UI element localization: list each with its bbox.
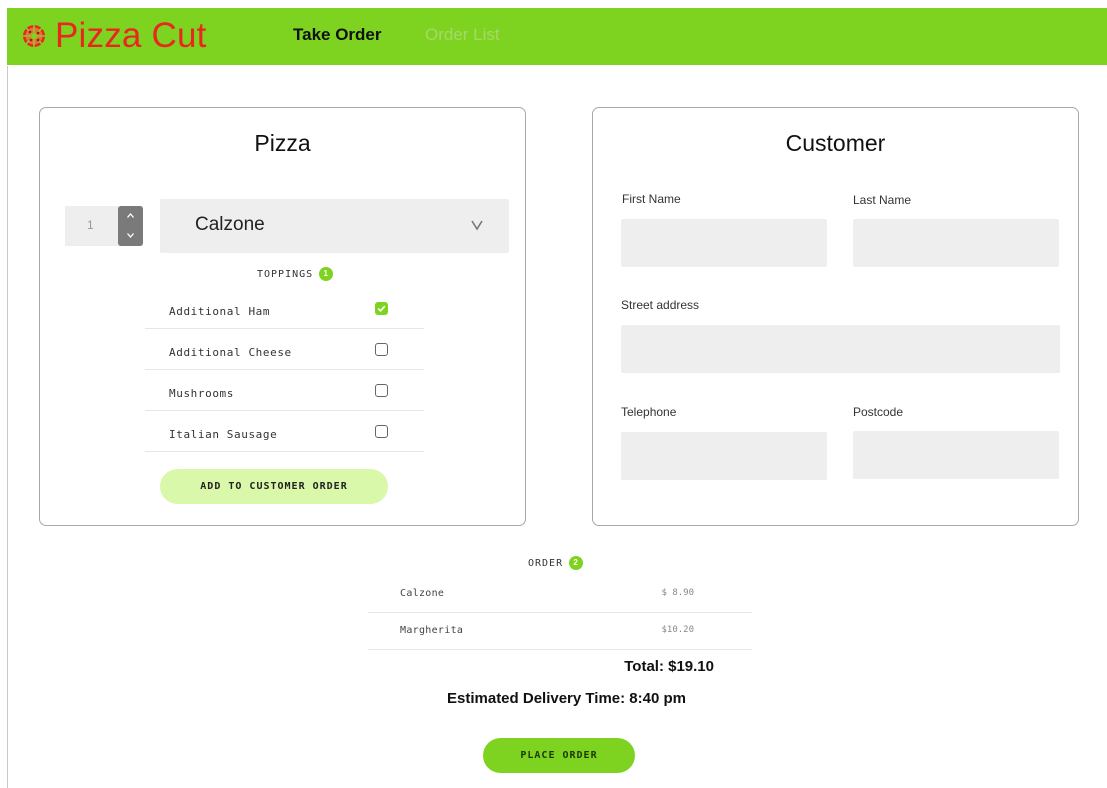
topping-label: Additional Ham bbox=[169, 305, 271, 318]
pizza-card-title: Pizza bbox=[254, 130, 311, 156]
estimated-delivery-time: Estimated Delivery Time: 8:40 pm bbox=[447, 690, 686, 707]
nav-take-order[interactable]: Take Order bbox=[293, 25, 382, 45]
pizza-card: Pizza 1 Calzone TOPPINGS 1 Additional Ham… bbox=[39, 107, 526, 526]
topping-label: Additional Cheese bbox=[169, 346, 292, 359]
chevron-up-icon bbox=[127, 213, 134, 218]
pizza-select-value: Calzone bbox=[195, 214, 265, 235]
quantity-decrease-button[interactable] bbox=[118, 226, 143, 246]
check-icon bbox=[377, 305, 386, 313]
last-name-field[interactable] bbox=[853, 219, 1059, 267]
top-nav-bar: Pizza Cut Take Order Order List bbox=[7, 8, 1107, 65]
last-name-label: Last Name bbox=[853, 193, 912, 207]
topping-row[interactable]: Mushrooms bbox=[145, 370, 424, 411]
first-name-field[interactable] bbox=[621, 219, 827, 267]
chevron-down-icon bbox=[127, 233, 134, 238]
order-row[interactable]: Calzone $ 8.90 bbox=[368, 576, 752, 613]
brand[interactable]: Pizza Cut bbox=[21, 14, 207, 58]
place-order-button[interactable]: PLACE ORDER bbox=[483, 738, 635, 773]
topping-row[interactable]: Italian Sausage bbox=[145, 411, 424, 452]
postcode-field[interactable] bbox=[853, 431, 1059, 479]
nav-order-list[interactable]: Order List bbox=[425, 25, 500, 45]
first-name-label: First Name bbox=[622, 192, 681, 206]
order-item-name: Calzone bbox=[400, 588, 445, 599]
order-row[interactable]: Margherita $10.20 bbox=[368, 613, 752, 650]
order-heading: ORDER 2 bbox=[528, 556, 584, 570]
order-count-badge: 2 bbox=[569, 556, 584, 570]
order-label: ORDER bbox=[528, 558, 564, 569]
topping-label: Mushrooms bbox=[169, 387, 235, 400]
quantity-value[interactable]: 1 bbox=[87, 218, 94, 232]
topping-label: Italian Sausage bbox=[169, 428, 278, 441]
order-item-price: $10.20 bbox=[661, 625, 694, 635]
topping-checkbox[interactable] bbox=[375, 343, 388, 356]
topping-checkbox[interactable] bbox=[375, 425, 388, 438]
toppings-count-badge: 1 bbox=[319, 267, 334, 281]
topping-checkbox[interactable] bbox=[375, 384, 388, 397]
telephone-field[interactable] bbox=[621, 432, 827, 480]
quantity-increase-button[interactable] bbox=[118, 206, 143, 226]
brand-name: Pizza Cut bbox=[55, 16, 207, 55]
toppings-list: Additional Ham Additional Cheese Mushroo… bbox=[145, 288, 424, 452]
order-item-name: Margherita bbox=[400, 625, 464, 636]
street-address-label: Street address bbox=[621, 298, 700, 312]
order-item-price: $ 8.90 bbox=[661, 588, 694, 598]
toppings-label: TOPPINGS bbox=[257, 269, 314, 280]
customer-card-title: Customer bbox=[785, 130, 886, 156]
page-left-border bbox=[7, 66, 8, 788]
topping-row[interactable]: Additional Cheese bbox=[145, 329, 424, 370]
pizza-select[interactable]: Calzone bbox=[160, 199, 509, 253]
customer-card: Customer First Name Last Name Street add… bbox=[592, 107, 1079, 526]
chevron-down-icon bbox=[471, 220, 483, 231]
telephone-label: Telephone bbox=[621, 405, 677, 419]
toppings-heading: TOPPINGS 1 bbox=[257, 267, 334, 281]
topping-row[interactable]: Additional Ham bbox=[145, 288, 424, 329]
order-list: Calzone $ 8.90 Margherita $10.20 bbox=[368, 576, 752, 650]
order-total: Total: $19.10 bbox=[624, 658, 714, 675]
postcode-label: Postcode bbox=[853, 405, 904, 419]
quantity-stepper[interactable]: 1 bbox=[65, 206, 143, 246]
pizza-icon bbox=[23, 25, 45, 47]
quantity-stepper-buttons bbox=[118, 206, 143, 246]
topping-checkbox-checked[interactable] bbox=[375, 302, 388, 315]
add-to-customer-order-button[interactable]: ADD TO CUSTOMER ORDER bbox=[160, 469, 388, 504]
street-address-field[interactable] bbox=[621, 325, 1060, 373]
